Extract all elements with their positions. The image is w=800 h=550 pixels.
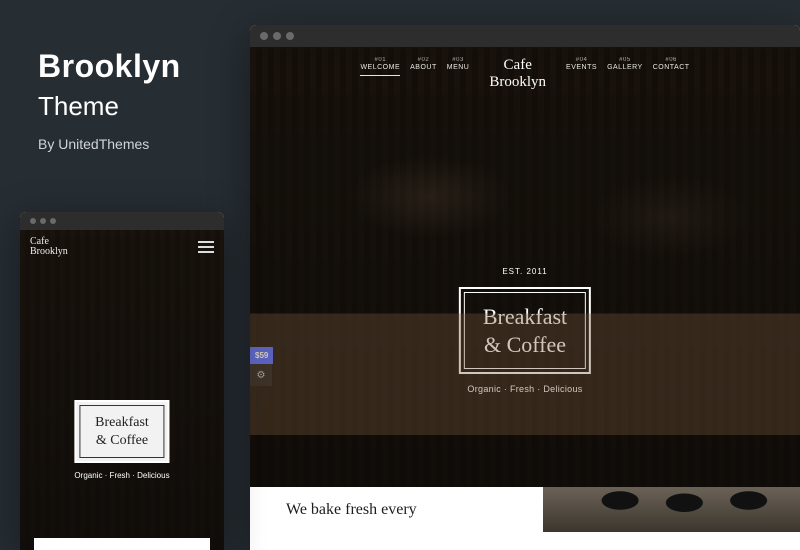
hero-badge: Breakfast & Coffee Organic · Fresh · Del… <box>459 287 591 394</box>
theme-author: By UnitedThemes <box>38 136 181 152</box>
main-nav: #01WELCOME #02ABOUT #03MENU Cafe Brookly… <box>250 57 800 90</box>
gear-icon: ⚙ <box>257 370 266 381</box>
mobile-hero: Cafe Brooklyn Breakfast & Coffee Organic… <box>20 230 224 550</box>
hero-section: #01WELCOME #02ABOUT #03MENU Cafe Brookly… <box>250 47 800 532</box>
window-dot <box>260 32 268 40</box>
window-dot <box>286 32 294 40</box>
settings-button[interactable]: ⚙ <box>250 364 272 386</box>
nav-contact[interactable]: #06CONTACT <box>653 57 690 73</box>
site-logo[interactable]: Cafe Brooklyn <box>475 57 560 90</box>
browser-chrome <box>250 25 800 47</box>
price-badge[interactable]: $59 <box>250 347 273 364</box>
nav-menu[interactable]: #03MENU <box>447 57 470 76</box>
nav-about[interactable]: #02ABOUT <box>410 57 437 76</box>
mobile-tagline: Organic · Fresh · Delicious <box>74 471 169 480</box>
strip-image <box>543 487 800 532</box>
theme-info: Brooklyn Theme By UnitedThemes <box>38 48 181 152</box>
badge-line-1: Breakfast <box>92 414 151 432</box>
nav-welcome[interactable]: #01WELCOME <box>360 57 400 76</box>
nav-gallery[interactable]: #05GALLERY <box>607 57 643 73</box>
content-strip: We bake fresh every <box>250 487 800 532</box>
window-dot <box>50 218 56 224</box>
mobile-content-strip <box>34 538 210 550</box>
badge-line-2: & Coffee <box>483 331 567 359</box>
browser-chrome <box>20 212 224 230</box>
window-dot <box>273 32 281 40</box>
established-label: EST. 2011 <box>502 267 547 276</box>
hamburger-icon <box>198 241 214 243</box>
badge-line-1: Breakfast <box>483 303 567 331</box>
mobile-logo[interactable]: Cafe Brooklyn <box>30 237 68 258</box>
mobile-preview: Cafe Brooklyn Breakfast & Coffee Organic… <box>20 212 224 550</box>
window-dot <box>30 218 36 224</box>
hero-tagline: Organic · Fresh · Delicious <box>459 384 591 394</box>
nav-events[interactable]: #04EVENTS <box>566 57 597 73</box>
theme-title: Brooklyn <box>38 48 181 85</box>
hamburger-menu-button[interactable] <box>198 241 214 253</box>
theme-subtitle: Theme <box>38 91 181 122</box>
desktop-preview: #01WELCOME #02ABOUT #03MENU Cafe Brookly… <box>250 25 800 550</box>
mobile-hero-badge: Breakfast & Coffee Organic · Fresh · Del… <box>74 400 169 480</box>
window-dot <box>40 218 46 224</box>
badge-line-2: & Coffee <box>92 432 151 450</box>
strip-heading: We bake fresh every <box>250 487 543 532</box>
side-tabs: $59 ⚙ <box>250 347 273 386</box>
